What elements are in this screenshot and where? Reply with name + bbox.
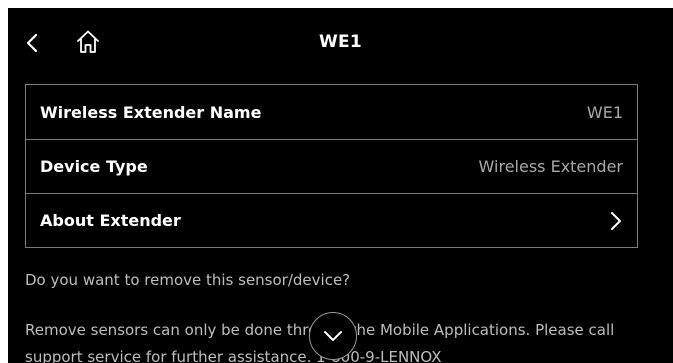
chevron-down-icon	[324, 331, 342, 341]
page-title: WE1	[318, 32, 363, 52]
remove-prompt: Do you want to remove this sensor/device…	[25, 271, 351, 289]
device-type-label: Device Type	[40, 157, 148, 176]
extender-name-label: Wireless Extender Name	[40, 102, 262, 122]
device-details-table: Wireless Extender Name WE1 Device Type W…	[25, 84, 638, 248]
extender-name-row: Wireless Extender Name WE1	[26, 85, 637, 139]
scroll-down-button[interactable]	[309, 312, 357, 360]
device-details-screen: WE1 Wireless Extender Name WE1 Device Ty…	[8, 8, 673, 363]
about-extender-label: About Extender	[40, 211, 181, 230]
device-type-value: Wireless Extender	[478, 157, 623, 176]
extender-name-value: WE1	[586, 102, 623, 122]
about-extender-row[interactable]: About Extender	[26, 193, 637, 247]
header: WE1	[8, 8, 673, 82]
chevron-right-icon	[611, 211, 621, 230]
device-type-row: Device Type Wireless Extender	[26, 139, 637, 193]
